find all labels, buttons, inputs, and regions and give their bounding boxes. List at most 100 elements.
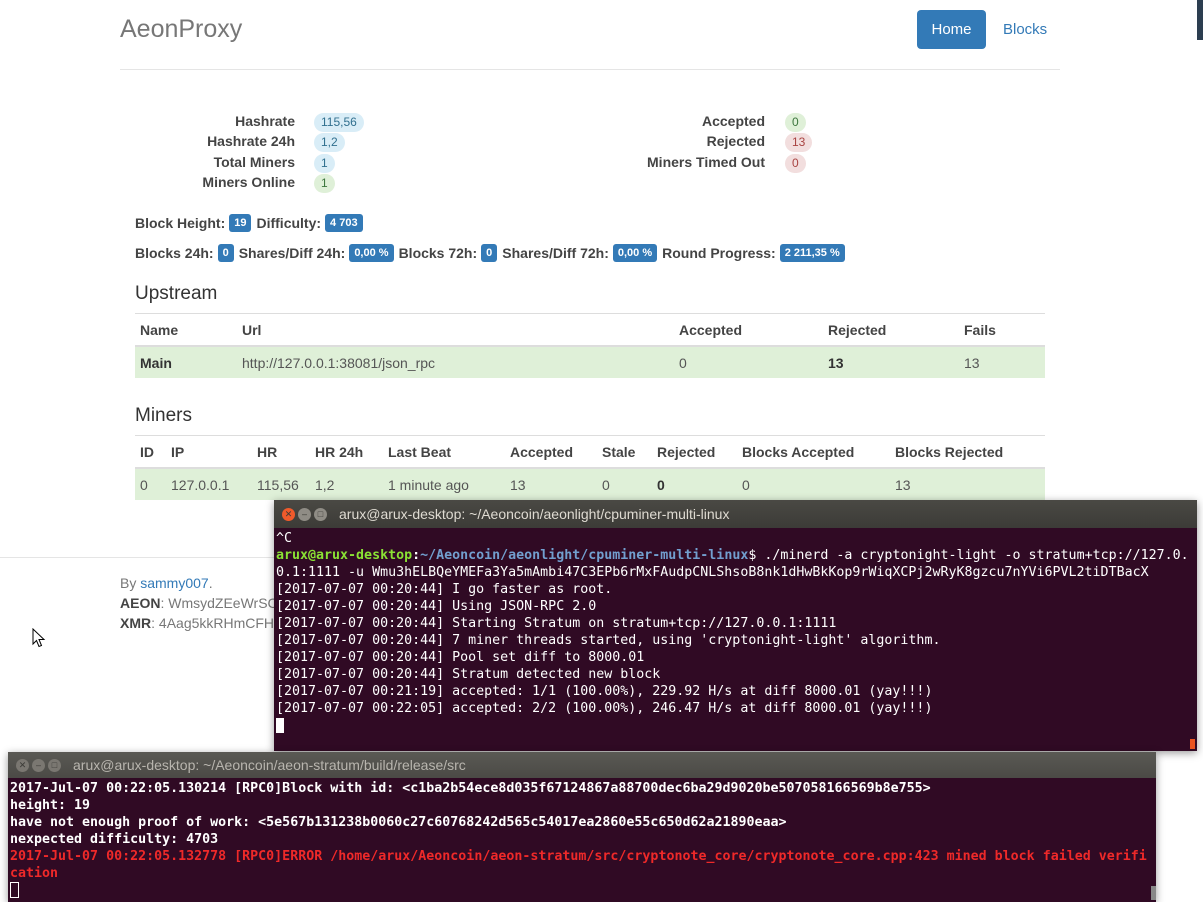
- terminal-titlebar[interactable]: ✕ – □ arux@arux-desktop: ~/Aeoncoin/aeon…: [8, 752, 1156, 778]
- stat-value-badge: 1,2: [314, 133, 345, 152]
- shares72-badge: 0,00 %: [612, 244, 658, 262]
- table-row: Main http://127.0.0.1:38081/json_rpc 0 1…: [135, 346, 1045, 378]
- col-fails: Fails: [959, 313, 1045, 347]
- footer-divider: [0, 557, 280, 558]
- terminal-line: [2017-07-07 00:22:05] accepted: 2/2 (100…: [276, 701, 933, 716]
- col-last-beat: Last Beat: [383, 435, 505, 469]
- cell-accepted: 0: [674, 346, 823, 378]
- terminal-line: [2017-07-07 00:20:44] I go faster as roo…: [276, 582, 613, 597]
- prompt-path: ~/Aeoncoin/aeonlight/cpuminer-multi-linu…: [420, 548, 749, 563]
- col-url: Url: [237, 313, 674, 347]
- mouse-pointer-icon: [32, 628, 46, 648]
- terminal-titlebar[interactable]: ✕ – □ arux@arux-desktop: ~/Aeoncoin/aeon…: [274, 500, 1197, 528]
- nav-home-button[interactable]: Home: [917, 10, 986, 49]
- prompt-separator: :: [412, 548, 421, 563]
- cell-hr24: 1,2: [310, 468, 383, 500]
- col-name: Name: [135, 313, 237, 347]
- footer-xmr: XMR: 4Aag5kkRHmCFH: [120, 615, 275, 631]
- cell-blocks-rejected: 13: [890, 468, 1045, 500]
- terminal-line: [2017-07-07 00:20:44] Stratum detected n…: [276, 667, 661, 682]
- aeon-label: AEON: [120, 595, 161, 611]
- maximize-icon[interactable]: □: [314, 507, 327, 521]
- col-rejected: Rejected: [823, 313, 959, 347]
- terminal-output[interactable]: 2017-Jul-07 00:22:05.130214 [RPC0]Block …: [8, 778, 1156, 901]
- block-info: Block Height: 19 Difficulty: 4 703: [135, 214, 368, 232]
- cell-hr: 115,56: [252, 468, 310, 500]
- col-hr: HR: [252, 435, 310, 469]
- terminal-line: [2017-07-07 00:20:44] Using JSON-RPC 2.0: [276, 599, 597, 614]
- terminal-line: nexpected difficulty: 4703: [10, 832, 219, 847]
- stat-label: Miners Timed Out: [647, 154, 765, 170]
- terminal-line: ^C: [276, 531, 293, 546]
- shares72-label: Shares/Diff 72h:: [502, 245, 609, 261]
- stat-value-badge: 115,56: [314, 113, 364, 132]
- stat-label: Hashrate: [235, 113, 295, 129]
- close-icon[interactable]: ✕: [16, 758, 29, 772]
- cell-accepted: 13: [505, 468, 597, 500]
- terminal-output[interactable]: ^C arux@arux-desktop:~/Aeoncoin/aeonlight…: [274, 528, 1197, 736]
- terminal-command-line: arux@arux-desktop:~/Aeoncoin/aeonlight/c…: [276, 547, 1195, 581]
- blocks72-badge: 0: [481, 244, 498, 262]
- footer-aeon: AEON: WmsydZEeWrSC: [120, 595, 275, 611]
- footer-by: By: [120, 575, 141, 591]
- terminal-window-stratum[interactable]: ✕ – □ arux@arux-desktop: ~/Aeoncoin/aeon…: [8, 752, 1156, 902]
- progress-info: Blocks 24h: 0 Shares/Diff 24h: 0,00 % Bl…: [135, 244, 850, 262]
- stat-value-badge: 1: [314, 174, 335, 193]
- difficulty-badge: 4 703: [325, 214, 363, 232]
- round-progress-badge: 2 211,35 %: [779, 244, 845, 262]
- brand-title[interactable]: AeonProxy: [120, 15, 242, 44]
- col-blocks-accepted: Blocks Accepted: [737, 435, 890, 469]
- footer-dot: .: [208, 575, 213, 591]
- minimize-icon[interactable]: –: [32, 758, 45, 772]
- terminal-window-miner[interactable]: ✕ – □ arux@arux-desktop: ~/Aeoncoin/aeon…: [274, 500, 1197, 751]
- col-ip: IP: [166, 435, 252, 469]
- text-cursor: [10, 882, 19, 898]
- upstream-table: Name Url Accepted Rejected Fails Main ht…: [135, 313, 1045, 378]
- author-link[interactable]: sammy007: [140, 575, 208, 591]
- block-height-label: Block Height:: [135, 215, 226, 231]
- stat-value-badge: 1: [314, 154, 335, 173]
- stat-value-badge: 0: [785, 113, 806, 132]
- terminal-line: [2017-07-07 00:20:44] Starting Stratum o…: [276, 616, 837, 631]
- round-progress-label: Round Progress:: [662, 245, 776, 261]
- block-height-badge: 19: [229, 214, 252, 232]
- stat-label: Accepted: [701, 113, 765, 129]
- terminal-line: have not enough proof of work: <5e567b13…: [10, 815, 787, 830]
- stat-label: Rejected: [706, 133, 765, 149]
- minimize-icon[interactable]: –: [298, 507, 311, 521]
- scrollbar-thumb[interactable]: [1190, 739, 1195, 749]
- terminal-line: height: 19: [10, 798, 91, 813]
- cell-last-beat: 1 minute ago: [383, 468, 505, 500]
- blocks24-label: Blocks 24h:: [135, 245, 214, 261]
- xmr-address: : 4Aag5kkRHmCFH: [151, 615, 275, 631]
- cell-rejected: 13: [823, 346, 959, 378]
- prompt-user: arux@arux-desktop: [276, 548, 413, 563]
- miners-table: ID IP HR HR 24h Last Beat Accepted Stale…: [135, 435, 1045, 500]
- stat-label: Miners Online: [202, 174, 295, 190]
- stat-value-badge: 13: [785, 133, 813, 152]
- col-rejected: Rejected: [652, 435, 737, 469]
- stat-label: Total Miners: [213, 154, 295, 170]
- cell-id: 0: [135, 468, 166, 500]
- terminal-line: [2017-07-07 00:20:44] Pool set diff to 8…: [276, 650, 645, 665]
- miners-title: Miners: [135, 405, 193, 426]
- scrollbar-thumb[interactable]: [1151, 886, 1156, 900]
- col-blocks-rejected: Blocks Rejected: [890, 435, 1045, 469]
- col-hr24: HR 24h: [310, 435, 383, 469]
- terminal-title: arux@arux-desktop: ~/Aeoncoin/aeon-strat…: [73, 757, 466, 773]
- page-scrollbar[interactable]: [1197, 0, 1203, 40]
- col-accepted: Accepted: [505, 435, 597, 469]
- cell-blocks-accepted: 0: [737, 468, 890, 500]
- cell-fails: 13: [959, 346, 1045, 378]
- table-row: 0 127.0.0.1 115,56 1,2 1 minute ago 13 0…: [135, 468, 1045, 500]
- nav-blocks-link[interactable]: Blocks: [1003, 21, 1047, 38]
- maximize-icon[interactable]: □: [48, 758, 61, 772]
- stat-value-badge: 0: [785, 154, 806, 173]
- close-icon[interactable]: ✕: [282, 507, 295, 521]
- cell-stale: 0: [597, 468, 652, 500]
- col-accepted: Accepted: [674, 313, 823, 347]
- terminal-title: arux@arux-desktop: ~/Aeoncoin/aeonlight/…: [339, 506, 730, 522]
- terminal-error-line: 2017-Jul-07 00:22:05.132778 [RPC0]ERROR …: [10, 849, 1147, 881]
- terminal-line: 2017-Jul-07 00:22:05.130214 [RPC0]Block …: [10, 781, 931, 796]
- cell-url: http://127.0.0.1:38081/json_rpc: [237, 346, 674, 378]
